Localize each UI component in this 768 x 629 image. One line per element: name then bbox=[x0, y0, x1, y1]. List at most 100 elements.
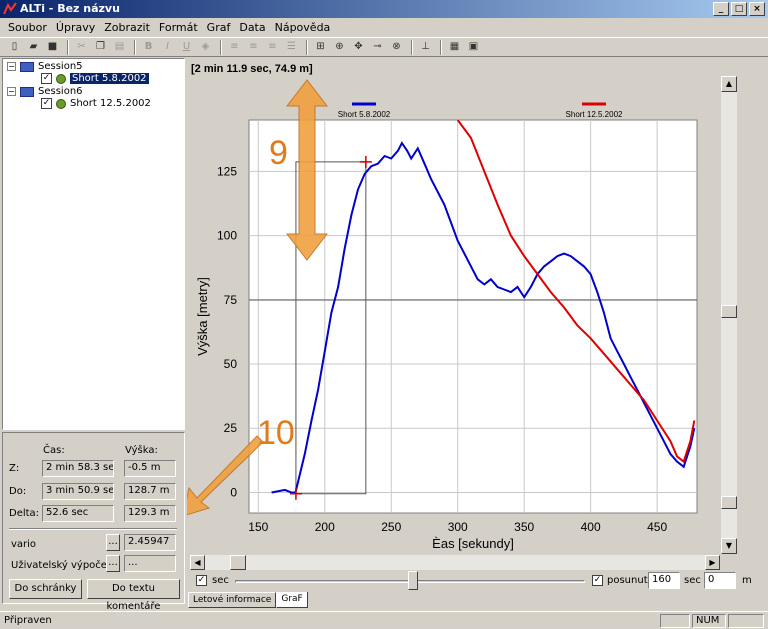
underline-icon[interactable]: U bbox=[178, 39, 195, 55]
open-folder-icon[interactable]: ▰ bbox=[25, 39, 42, 55]
session-icon bbox=[20, 86, 34, 97]
toolbar-separator bbox=[67, 39, 69, 55]
status-cell-empty bbox=[660, 614, 690, 628]
posunuti-checkbox[interactable]: ✓ bbox=[592, 575, 603, 586]
time-slider-thumb[interactable] bbox=[408, 571, 418, 590]
paste-icon[interactable]: ▤ bbox=[111, 39, 128, 55]
row-label-to: Do: bbox=[9, 486, 27, 497]
menu-zobrazit[interactable]: Zobrazit bbox=[100, 18, 155, 37]
flight-icon bbox=[56, 73, 66, 84]
annotation-label-10: 10 bbox=[257, 414, 295, 452]
font-icon[interactable]: ◈ bbox=[197, 39, 214, 55]
maximize-button[interactable]: □ bbox=[731, 2, 747, 16]
align-right-icon[interactable]: ≡ bbox=[264, 39, 281, 55]
x-axis-label: Èas [sekundy] bbox=[432, 536, 514, 551]
status-text: Připraven bbox=[4, 615, 52, 626]
chart-properties-icon[interactable]: ▦ bbox=[446, 39, 463, 55]
new-file-icon[interactable]: ▯ bbox=[6, 39, 23, 55]
tab-letove-informace[interactable]: Letové informace bbox=[188, 592, 277, 608]
meters-unit-label: m bbox=[742, 575, 752, 586]
bold-icon[interactable]: B bbox=[140, 39, 157, 55]
user-calc-button[interactable]: ... bbox=[106, 555, 120, 572]
scroll-thumb-secondary[interactable] bbox=[721, 496, 737, 509]
x-tick-label: 250 bbox=[381, 520, 401, 534]
hscroll-thumb[interactable] bbox=[230, 555, 246, 570]
y-tick-label: 125 bbox=[217, 164, 237, 178]
to-time-field: 3 min 50.9 sec bbox=[42, 483, 114, 500]
cut-icon[interactable]: ✂ bbox=[73, 39, 90, 55]
menu-data[interactable]: Data bbox=[235, 18, 270, 37]
view-tabs: Letové informace GraF bbox=[188, 592, 308, 608]
bullets-icon[interactable]: ☰ bbox=[283, 39, 300, 55]
user-calc-value-field: ... bbox=[124, 555, 176, 572]
altitude-chart[interactable]: [2 min 11.9 sec, 74.9 m]150 200 250 300 350 4… bbox=[182, 58, 720, 555]
copy-icon[interactable]: ❐ bbox=[92, 39, 109, 55]
collapse-icon[interactable]: − bbox=[7, 62, 16, 71]
save-icon[interactable]: ■ bbox=[44, 39, 61, 55]
horizontal-scrollbar[interactable]: ◀ ▶ bbox=[190, 555, 720, 570]
scroll-thumb[interactable] bbox=[721, 305, 737, 318]
tree-session-6[interactable]: − Session6 bbox=[7, 86, 83, 97]
flight-label: Short 5.8.2002 bbox=[70, 73, 149, 84]
window-title: ALTi - Bez názvu bbox=[20, 2, 120, 15]
axis-icon[interactable]: ⊥ bbox=[417, 39, 434, 55]
x-tick-label: 200 bbox=[315, 520, 335, 534]
italic-icon[interactable]: I bbox=[159, 39, 176, 55]
collapse-icon[interactable]: − bbox=[7, 87, 16, 96]
y-tick-label: 0 bbox=[230, 485, 237, 499]
settings-icon[interactable]: ▣ bbox=[465, 39, 482, 55]
height-column-header: Výška: bbox=[125, 445, 158, 456]
zoom-fit-icon[interactable]: ⊗ bbox=[388, 39, 405, 55]
graph-select-icon[interactable]: ⊞ bbox=[312, 39, 329, 55]
copy-to-comment-button[interactable]: Do textu komentáře bbox=[87, 579, 180, 612]
flight-label: Short 12.5.2002 bbox=[70, 98, 151, 109]
menu-soubor[interactable]: Soubor bbox=[4, 18, 52, 37]
tree-session-5[interactable]: − Session5 bbox=[7, 61, 83, 72]
align-center-icon[interactable]: ≡ bbox=[245, 39, 262, 55]
x-tick-label: 150 bbox=[248, 520, 268, 534]
minimize-button[interactable]: _ bbox=[713, 2, 729, 16]
sec-checkbox[interactable]: ✓ bbox=[196, 575, 207, 586]
toolbar: ▯ ▰ ■ ✂ ❐ ▤ B I U ◈ ≡ ≡ ≡ ☰ ⊞ ⊕ ✥ ⊸ ⊗ ⊥ … bbox=[0, 37, 768, 57]
scroll-right-arrow-icon[interactable]: ▶ bbox=[705, 555, 720, 570]
tab-graf[interactable]: GraF bbox=[276, 592, 308, 608]
delta-height-field: 129.3 m bbox=[124, 505, 176, 522]
pan-graph-icon[interactable]: ✥ bbox=[350, 39, 367, 55]
statistics-panel: Čas: Výška: Z: 2 min 58.3 sec -0.5 m Do:… bbox=[2, 432, 185, 612]
scroll-left-arrow-icon[interactable]: ◀ bbox=[190, 555, 205, 570]
checkbox[interactable]: ✓ bbox=[41, 73, 52, 84]
x-tick-label: 300 bbox=[448, 520, 468, 534]
close-button[interactable]: × bbox=[749, 2, 765, 16]
meters-input[interactable]: 0 bbox=[704, 572, 736, 589]
row-label-delta: Delta: bbox=[9, 508, 40, 519]
checkbox[interactable]: ✓ bbox=[41, 98, 52, 109]
scroll-up-arrow-icon[interactable]: ▲ bbox=[721, 76, 737, 92]
menu-graf[interactable]: Graf bbox=[203, 18, 236, 37]
to-height-field: 128.7 m bbox=[124, 483, 176, 500]
toolbar-separator bbox=[306, 39, 308, 55]
y-tick-label: 25 bbox=[224, 421, 238, 435]
posunuti-label: posunutí: bbox=[607, 575, 654, 586]
x-tick-label: 450 bbox=[647, 520, 667, 534]
plot-area[interactable] bbox=[248, 119, 698, 514]
graph-area[interactable]: [2 min 11.9 sec, 74.9 m] 150 200 250 300 350 4… bbox=[182, 58, 720, 555]
align-left-icon[interactable]: ≡ bbox=[226, 39, 243, 55]
measure-icon[interactable]: ⊸ bbox=[369, 39, 386, 55]
tree-flight-2[interactable]: ✓ Short 12.5.2002 bbox=[41, 98, 151, 109]
status-cell-empty bbox=[728, 614, 764, 628]
y-axis-label: Výška [metry] bbox=[195, 277, 210, 356]
time-control-bar: ✓ sec ✓ posunutí: 160 sec 0 m bbox=[190, 571, 752, 591]
zoom-graph-icon[interactable]: ⊕ bbox=[331, 39, 348, 55]
vario-button[interactable]: ... bbox=[106, 534, 120, 551]
copy-to-clipboard-button[interactable]: Do schránky bbox=[9, 579, 82, 599]
tree-flight-1[interactable]: ✓ Short 5.8.2002 bbox=[41, 73, 149, 84]
vario-label: vario bbox=[11, 539, 37, 550]
menu-napoveda[interactable]: Nápověda bbox=[271, 18, 336, 37]
cursor-readout: [2 min 11.9 sec, 74.9 m] bbox=[191, 63, 313, 75]
menu-upravy[interactable]: Úpravy bbox=[52, 18, 100, 37]
toolbar-separator bbox=[440, 39, 442, 55]
posunuti-input[interactable]: 160 bbox=[648, 572, 680, 589]
vertical-scrollbar[interactable]: ▲ ▼ bbox=[721, 76, 737, 554]
menu-format[interactable]: Formát bbox=[155, 18, 203, 37]
scroll-down-arrow-icon[interactable]: ▼ bbox=[721, 538, 737, 554]
